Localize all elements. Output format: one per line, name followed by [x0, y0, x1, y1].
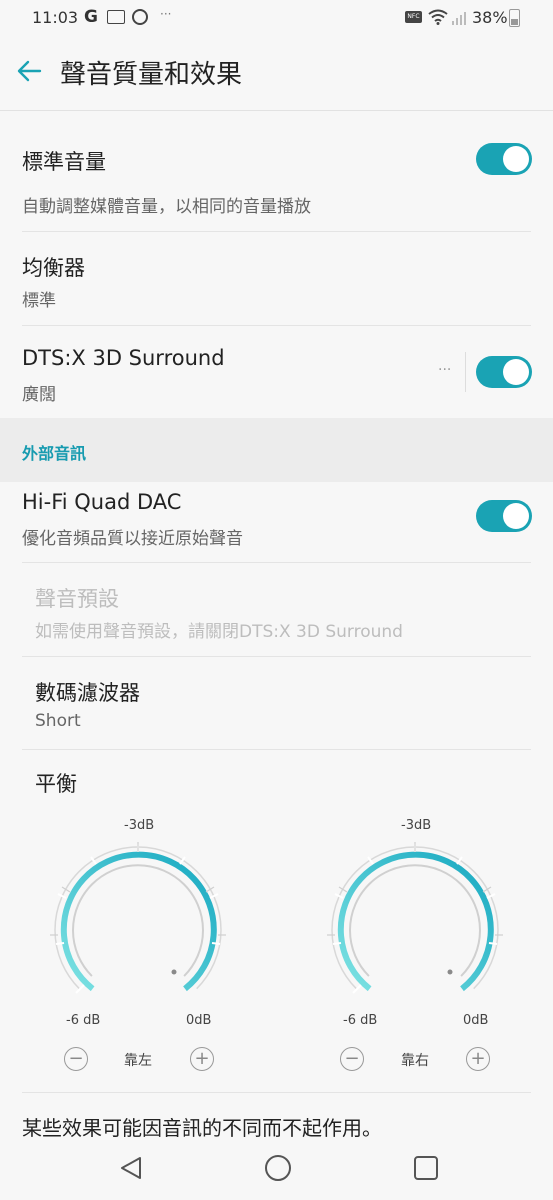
right-dial-top-label: -3dB — [401, 818, 432, 833]
left-dial-indicator — [171, 969, 177, 975]
hifi-subtitle: 優化音頻品質以接近原始聲音 — [22, 529, 243, 549]
toggle-knob — [503, 503, 529, 529]
left-dial-max-label: 0dB — [186, 1013, 212, 1028]
sound-preset-title: 聲音預設 — [35, 587, 119, 611]
right-dial-graphic — [327, 842, 503, 994]
dts-title: DTS:X 3D Surround — [22, 346, 225, 370]
signal-icon — [452, 12, 466, 25]
dts-subtitle: 廣闊 — [22, 385, 56, 405]
left-side-label: 靠左 — [124, 1053, 152, 1069]
external-audio-section-label: 外部音訊 — [22, 444, 87, 463]
standard-volume-row[interactable]: 標準音量 自動調整媒體音量，以相同的音量播放 — [0, 110, 553, 231]
navigation-bar — [0, 1136, 553, 1200]
google-icon: G — [84, 7, 98, 27]
hifi-toggle[interactable] — [476, 500, 532, 532]
square-recent-icon[interactable] — [412, 1154, 440, 1182]
keyboard-icon — [107, 10, 125, 24]
right-dial-min-label: -6 dB — [343, 1013, 378, 1028]
status-bar: 11:03 G ··· NFC 38% — [0, 0, 553, 36]
balance-title: 平衡 — [35, 772, 77, 796]
equalizer-row[interactable]: 均衡器 標準 — [0, 232, 553, 325]
vertical-divider — [465, 352, 466, 392]
nfc-icon: NFC — [405, 11, 422, 23]
standard-volume-title: 標準音量 — [22, 150, 106, 174]
app-bar: 聲音質量和效果 — [0, 36, 553, 111]
standard-volume-toggle[interactable] — [476, 143, 532, 175]
hifi-row[interactable]: Hi-Fi Quad DAC 優化音頻品質以接近原始聲音 — [0, 470, 553, 562]
right-balance-dial[interactable] — [325, 840, 505, 1020]
digital-filter-subtitle: Short — [35, 711, 81, 731]
triangle-back-icon[interactable] — [117, 1154, 145, 1182]
left-dial-top-label: -3dB — [124, 818, 155, 833]
dts-more-icon[interactable]: ··· — [438, 362, 451, 378]
digital-filter-title: 數碼濾波器 — [35, 681, 140, 705]
left-balance-dial[interactable] — [48, 840, 228, 1020]
dts-row[interactable]: DTS:X 3D Surround 廣闊 ··· — [0, 326, 553, 418]
sound-preset-row: 聲音預設 如需使用聲音預設，請關閉DTS:X 3D Surround — [0, 563, 553, 656]
circle-home-icon[interactable] — [264, 1154, 292, 1182]
left-plus-button[interactable]: + — [190, 1047, 214, 1071]
dts-toggle[interactable] — [476, 356, 532, 388]
equalizer-subtitle: 標準 — [22, 291, 56, 311]
hifi-title: Hi-Fi Quad DAC — [22, 490, 182, 514]
page-title: 聲音質量和效果 — [60, 60, 243, 90]
left-dial-min-label: -6 dB — [66, 1013, 101, 1028]
right-dial-indicator — [447, 969, 453, 975]
right-minus-button[interactable]: − — [340, 1047, 364, 1071]
left-minus-button[interactable]: − — [64, 1047, 88, 1071]
equalizer-title: 均衡器 — [22, 256, 85, 280]
left-dial-graphic — [50, 842, 226, 994]
standard-volume-subtitle: 自動調整媒體音量，以相同的音量播放 — [22, 197, 311, 217]
status-time: 11:03 — [32, 8, 79, 27]
arrow-left-icon[interactable] — [16, 58, 42, 84]
wifi-icon — [428, 9, 448, 25]
toggle-knob — [503, 359, 529, 385]
digital-filter-row[interactable]: 數碼濾波器 Short — [0, 657, 553, 749]
toggle-knob — [503, 146, 529, 172]
sync-icon — [132, 9, 148, 25]
right-plus-button[interactable]: + — [466, 1047, 490, 1071]
more-notifications-icon: ··· — [160, 7, 172, 21]
sound-preset-subtitle: 如需使用聲音預設，請關閉DTS:X 3D Surround — [35, 622, 403, 642]
battery-icon — [509, 9, 520, 27]
right-dial-max-label: 0dB — [463, 1013, 489, 1028]
battery-percent: 38% — [472, 8, 508, 27]
right-side-label: 靠右 — [401, 1053, 429, 1069]
divider — [22, 1092, 531, 1093]
